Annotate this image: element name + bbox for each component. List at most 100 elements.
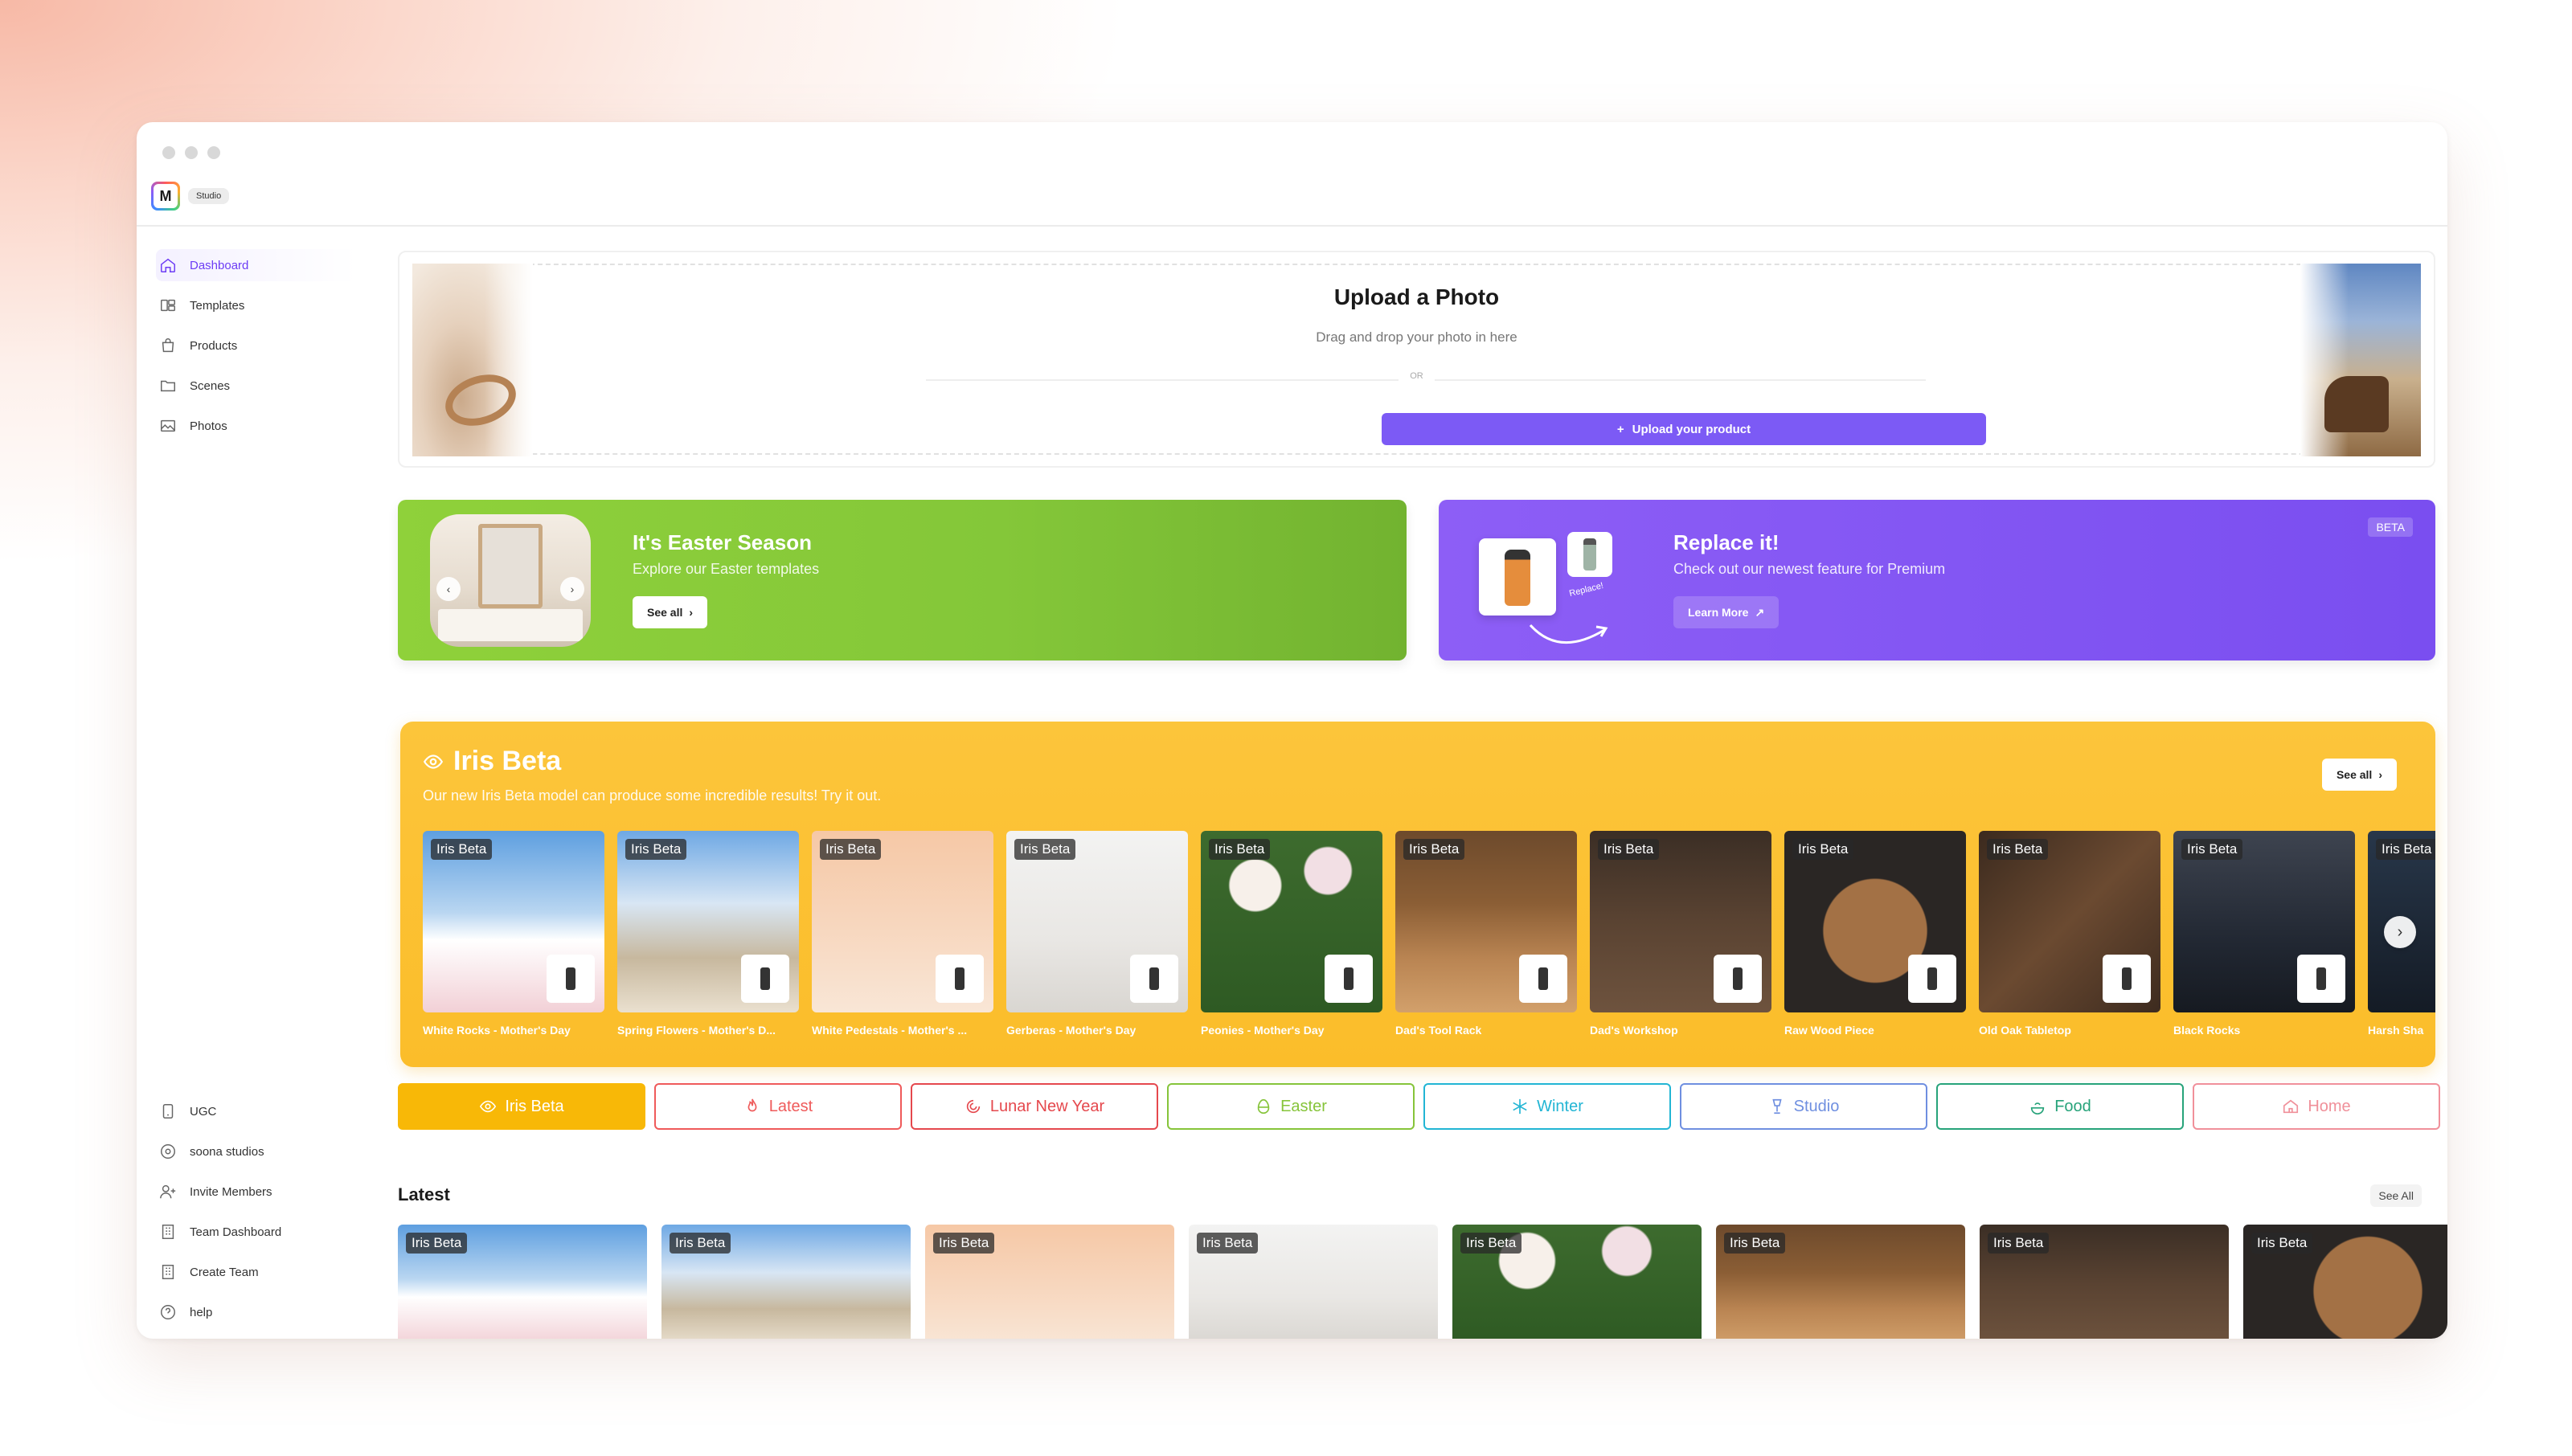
upload-dropzone[interactable]: Upload a Photo Drag and drop your photo … bbox=[398, 251, 2435, 468]
filter-chip-lunar-new-year[interactable]: Lunar New Year bbox=[911, 1083, 1158, 1130]
template-image: Iris Beta bbox=[1006, 831, 1188, 1012]
image-icon bbox=[159, 417, 177, 435]
product-preview bbox=[741, 955, 789, 1003]
sidebar-item-invite-members[interactable]: Invite Members bbox=[156, 1176, 357, 1208]
sidebar-item-create-team[interactable]: Create Team bbox=[156, 1256, 357, 1288]
iris-template-card[interactable]: Iris Beta Raw Wood Piece bbox=[1784, 831, 1966, 1037]
iris-template-card[interactable]: Iris Beta Black Rocks bbox=[2173, 831, 2355, 1037]
sidebar-item-scenes[interactable]: Scenes bbox=[156, 370, 357, 402]
help-icon bbox=[159, 1303, 177, 1321]
iris-subtitle: Our new Iris Beta model can produce some… bbox=[423, 787, 882, 804]
sidebar-item-products[interactable]: Products bbox=[156, 329, 357, 362]
iris-beta-tag: Iris Beta bbox=[1987, 839, 2049, 860]
sidebar-item-ugc[interactable]: UGC bbox=[156, 1095, 357, 1127]
sidebar: Dashboard Templates Products Scenes Phot… bbox=[137, 227, 370, 1339]
upload-subtitle: Drag and drop your photo in here bbox=[1316, 329, 1517, 345]
carousel-next-button[interactable]: › bbox=[2384, 916, 2416, 948]
product-preview bbox=[1714, 955, 1762, 1003]
filter-chip-iris-beta[interactable]: Iris Beta bbox=[398, 1083, 645, 1130]
food-icon bbox=[2031, 1102, 2045, 1114]
iris-template-card[interactable]: Iris Beta White Rocks - Mother's Day bbox=[423, 831, 604, 1037]
iris-template-card[interactable]: Iris Beta Old Oak Tabletop bbox=[1979, 831, 2160, 1037]
easter-banner[interactable]: ‹ › It's Easter Season Explore our Easte… bbox=[398, 500, 1407, 661]
app-logo[interactable]: M bbox=[151, 182, 180, 211]
boot-shape bbox=[2324, 376, 2389, 432]
latest-template-card[interactable]: Iris Beta bbox=[398, 1225, 647, 1339]
learn-more-button[interactable]: Learn More ↗ bbox=[1673, 596, 1780, 628]
latest-template-card[interactable]: Iris Beta bbox=[1716, 1225, 1965, 1339]
carousel-prev-button[interactable]: ‹ bbox=[436, 577, 461, 601]
replace-banner[interactable]: Replace! Replace it! Check out our newes… bbox=[1439, 500, 2435, 661]
filter-chip-studio[interactable]: Studio bbox=[1680, 1083, 1927, 1130]
template-label: Peonies - Mother's Day bbox=[1201, 1024, 1325, 1037]
iris-template-card[interactable]: Iris Beta White Pedestals - Mother's ... bbox=[812, 831, 993, 1037]
template-label: Old Oak Tabletop bbox=[1979, 1024, 2071, 1037]
product-preview bbox=[1325, 955, 1373, 1003]
latest-template-card[interactable]: Iris Beta bbox=[1980, 1225, 2229, 1339]
sidebar-item-help[interactable]: help bbox=[156, 1296, 357, 1328]
iris-beta-tag: Iris Beta bbox=[431, 839, 493, 860]
sidebar-item-label: Products bbox=[190, 338, 238, 353]
latest-heading: Latest bbox=[398, 1184, 450, 1204]
bag-icon bbox=[159, 337, 177, 354]
latest-template-card[interactable]: Iris Beta bbox=[2243, 1225, 2447, 1339]
house-icon bbox=[2283, 1099, 2299, 1114]
iris-template-card[interactable]: Iris Beta Spring Flowers - Mother's D... bbox=[617, 831, 799, 1037]
sidebar-item-dashboard[interactable]: Dashboard bbox=[156, 249, 357, 281]
snowflake-icon bbox=[1513, 1098, 1527, 1114]
iris-template-card[interactable]: Iris Beta Peonies - Mother's Day bbox=[1201, 831, 1382, 1037]
template-label: Raw Wood Piece bbox=[1784, 1024, 1874, 1037]
filter-chip-home[interactable]: Home bbox=[2193, 1083, 2440, 1130]
minimize-dot[interactable] bbox=[185, 146, 198, 159]
carousel-next-button[interactable]: › bbox=[560, 577, 584, 601]
iris-template-card[interactable]: Iris Beta Dad's Workshop bbox=[1590, 831, 1771, 1037]
replacement-card bbox=[1567, 532, 1612, 577]
plus-icon: + bbox=[1616, 422, 1624, 436]
iris-template-card[interactable]: Iris Beta Gerberas - Mother's Day bbox=[1006, 831, 1188, 1037]
template-image: Iris Beta bbox=[1784, 831, 1966, 1012]
egg-icon bbox=[1257, 1098, 1270, 1114]
latest-template-card[interactable]: Iris Beta bbox=[1452, 1225, 1702, 1339]
replace-illustration: Replace! bbox=[1479, 532, 1640, 648]
sidebar-item-soona-studios[interactable]: soona studios bbox=[156, 1135, 357, 1168]
iris-beta-tag: Iris Beta bbox=[2376, 839, 2435, 860]
filter-label: Latest bbox=[768, 1097, 813, 1115]
iris-icon bbox=[480, 1100, 497, 1113]
template-label: Gerberas - Mother's Day bbox=[1006, 1024, 1137, 1037]
or-text: OR bbox=[1399, 371, 1435, 381]
sidebar-item-label: soona studios bbox=[190, 1144, 264, 1159]
iris-icon bbox=[423, 754, 444, 769]
iris-beta-tag: Iris Beta bbox=[1197, 1233, 1259, 1254]
latest-see-all-button[interactable]: See All bbox=[2370, 1184, 2422, 1207]
sidebar-item-team-dashboard[interactable]: Team Dashboard bbox=[156, 1216, 357, 1248]
or-label: OR bbox=[399, 371, 2434, 381]
iris-see-all-button[interactable]: See all › bbox=[2321, 759, 2397, 791]
filter-label: Easter bbox=[1280, 1097, 1327, 1115]
iris-template-card[interactable]: Iris Beta Dad's Tool Rack bbox=[1395, 831, 1577, 1037]
iris-beta-tag: Iris Beta bbox=[820, 839, 882, 860]
sidebar-item-templates[interactable]: Templates bbox=[156, 289, 357, 321]
close-dot[interactable] bbox=[162, 146, 175, 159]
see-all-label: See all bbox=[647, 606, 683, 619]
phone-icon bbox=[159, 1102, 177, 1120]
filter-chip-latest[interactable]: Latest bbox=[654, 1083, 902, 1130]
easter-see-all-button[interactable]: See all › bbox=[633, 596, 708, 628]
sidebar-item-photos[interactable]: Photos bbox=[156, 410, 357, 442]
home-icon bbox=[159, 256, 177, 274]
filter-chip-easter[interactable]: Easter bbox=[1167, 1083, 1415, 1130]
sidebar-item-label: Team Dashboard bbox=[190, 1225, 282, 1239]
latest-template-card[interactable]: Iris Beta bbox=[1189, 1225, 1438, 1339]
maximize-dot[interactable] bbox=[207, 146, 220, 159]
latest-template-card[interactable]: Iris Beta bbox=[925, 1225, 1174, 1339]
product-preview bbox=[1519, 955, 1567, 1003]
filter-chip-winter[interactable]: Winter bbox=[1423, 1083, 1671, 1130]
upload-product-button[interactable]: + Upload your product bbox=[1382, 413, 1986, 445]
template-label: Dad's Tool Rack bbox=[1395, 1024, 1482, 1037]
filter-chip-food[interactable]: Food bbox=[1936, 1083, 2184, 1130]
latest-template-card[interactable]: Iris Beta bbox=[661, 1225, 911, 1339]
template-image: Iris Beta bbox=[1979, 831, 2160, 1012]
product-preview bbox=[1908, 955, 1956, 1003]
flame-icon bbox=[747, 1098, 757, 1112]
iris-beta-tag: Iris Beta bbox=[1014, 839, 1076, 860]
iris-title: Iris Beta bbox=[423, 746, 561, 777]
